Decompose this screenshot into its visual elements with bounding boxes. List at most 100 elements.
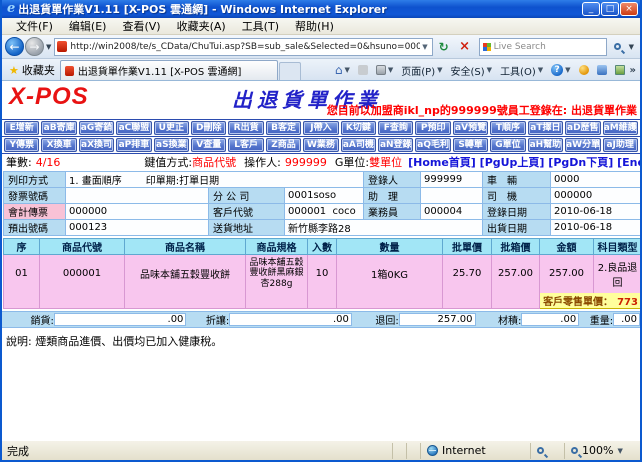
invoice-field[interactable]: [66, 188, 209, 204]
driver-button[interactable]: aA司機: [341, 138, 376, 152]
delete-button[interactable]: D刪除: [191, 121, 226, 135]
stop-icon[interactable]: ×: [455, 37, 475, 56]
search-box[interactable]: Live Search: [479, 38, 607, 56]
zoom-control[interactable]: 100% ▼: [564, 443, 640, 459]
home-button[interactable]: ⌂▼: [332, 63, 353, 77]
ship-button[interactable]: R出貨: [228, 121, 263, 135]
history-dropdown-icon[interactable]: ▼: [46, 43, 51, 51]
voucher-button[interactable]: Y傳票: [4, 138, 39, 152]
new-tab-button[interactable]: [279, 62, 301, 80]
overflow-chevron-icon[interactable]: »: [630, 65, 636, 76]
menu-tools[interactable]: 工具(T): [234, 17, 287, 35]
address-dropdown-icon[interactable]: ▼: [420, 43, 429, 51]
weight-total-field[interactable]: .00: [613, 313, 640, 326]
assistant-button[interactable]: aJ助理: [603, 138, 638, 152]
register-button[interactable]: aN登錄: [378, 138, 413, 152]
menu-view[interactable]: 查看(V): [114, 17, 168, 35]
margin-button[interactable]: aQ毛利: [415, 138, 450, 152]
help-button[interactable]: ?▼: [548, 63, 573, 77]
maintain-button[interactable]: aM維護: [603, 121, 638, 135]
change-driver-button[interactable]: aX換司: [79, 138, 114, 152]
close-button[interactable]: ×: [620, 2, 638, 16]
col-qty: 數量: [337, 239, 443, 255]
safety-menu-button[interactable]: 安全(S)▼: [448, 62, 496, 79]
sales-total-field[interactable]: .00: [54, 313, 187, 326]
magnifier-icon: [614, 43, 621, 50]
customer-code-field[interactable]: 000001 coco: [285, 204, 364, 220]
salesman-field[interactable]: 000004: [421, 204, 483, 220]
back-button[interactable]: ←: [5, 37, 24, 56]
table-row[interactable]: 01 000001 品味本舖五穀豐收餅 品味本舖五穀豐收餅黑麻銀杏288g 10…: [4, 255, 641, 293]
delivery-address-field[interactable]: 新竹縣李路28: [285, 220, 483, 236]
maximize-button[interactable]: □: [601, 2, 619, 16]
menu-file[interactable]: 文件(F): [8, 17, 61, 35]
search-dropdown-icon[interactable]: ▼: [629, 43, 634, 51]
menu-bar: 文件(F) 编辑(E) 查看(V) 收藏夹(A) 工具(T) 帮助(H): [2, 18, 640, 35]
feeds-button[interactable]: [355, 64, 371, 76]
messenger-button[interactable]: [576, 64, 592, 76]
search-button[interactable]: [608, 37, 628, 56]
print-mode-field[interactable]: 1. 畫面順序印單期:打單日期: [66, 172, 364, 188]
correct-button[interactable]: U更正: [154, 121, 189, 135]
pick-date-button[interactable]: aT擇日: [528, 121, 563, 135]
protected-mode-segment[interactable]: [530, 443, 564, 459]
business-button[interactable]: W業務: [303, 138, 338, 152]
zoom-dropdown-icon[interactable]: ▼: [617, 447, 622, 455]
change-vehicle-button[interactable]: X換車: [41, 138, 76, 152]
customer-button[interactable]: L客戶: [228, 138, 263, 152]
alliance-button[interactable]: aC聯盟: [116, 121, 151, 135]
menu-help[interactable]: 帮助(H): [287, 17, 342, 35]
history-sales-button[interactable]: aD歷售: [565, 121, 600, 135]
add-button[interactable]: E增新: [4, 121, 39, 135]
vehicle-field[interactable]: 0000: [551, 172, 640, 188]
unit-button[interactable]: G單位: [490, 138, 525, 152]
feed-icon: [358, 65, 368, 75]
voucher-field[interactable]: 000000: [66, 204, 209, 220]
import-button[interactable]: J帶入: [303, 121, 338, 135]
assistant-field[interactable]: [421, 188, 483, 204]
refresh-icon[interactable]: ↻: [434, 37, 454, 56]
print-button[interactable]: ▼: [373, 64, 396, 76]
minimize-button[interactable]: _: [582, 2, 600, 16]
return-total-field[interactable]: 257.00: [399, 313, 476, 326]
forward-button[interactable]: →: [25, 37, 44, 56]
status-bar: 完成 Internet 100% ▼: [2, 440, 640, 460]
query-button[interactable]: F查詢: [378, 121, 413, 135]
consign-button[interactable]: aG寄銷: [79, 121, 114, 135]
address-bar[interactable]: http://win2008/te/s_CData/ChuTui.asp?SB=…: [54, 38, 432, 56]
split-order-button[interactable]: aW分單: [565, 138, 600, 152]
discount-total-field[interactable]: .00: [229, 313, 352, 326]
check-qty-button[interactable]: V查量: [191, 138, 226, 152]
driver-field[interactable]: 000000: [551, 188, 640, 204]
customer-set-button[interactable]: B客定: [266, 121, 301, 135]
active-tab[interactable]: 出退貨單作業V1.11 [X-POS 雲通網]: [60, 60, 278, 80]
register-date-field[interactable]: 2010-06-18: [551, 204, 640, 220]
preprint-button[interactable]: P預印: [415, 121, 450, 135]
send-button[interactable]: [594, 64, 610, 76]
menu-favorites[interactable]: 收藏夹(A): [169, 17, 234, 35]
warehouse-button[interactable]: aB寄庫: [41, 121, 76, 135]
cell-code: 000001: [40, 255, 125, 293]
order-button[interactable]: T順序: [490, 121, 525, 135]
url-text[interactable]: http://win2008/te/s_CData/ChuTui.asp?SB=…: [70, 42, 420, 52]
col-seq: 序: [4, 239, 40, 255]
login-person-field[interactable]: 999999: [421, 172, 483, 188]
menu-edit[interactable]: 编辑(E): [61, 17, 115, 35]
preview-button[interactable]: aV預覽: [453, 121, 488, 135]
change-sales-button[interactable]: aS換業: [154, 138, 189, 152]
search-placeholder[interactable]: Live Search: [494, 42, 603, 52]
tools-menu-button[interactable]: 工具(O)▼: [497, 62, 546, 79]
product-button[interactable]: Z商品: [266, 138, 301, 152]
preout-number-field[interactable]: 000123: [66, 220, 209, 236]
help-tool-button[interactable]: aH幫助: [528, 138, 563, 152]
page-menu-button[interactable]: 页面(P)▼: [398, 62, 445, 79]
favorites-button[interactable]: ★ 收藏夹: [4, 60, 60, 80]
switch-key-button[interactable]: K切鍵: [341, 121, 376, 135]
arrange-vehicle-button[interactable]: aP排車: [116, 138, 151, 152]
research-button[interactable]: [612, 64, 628, 76]
ship-date-field[interactable]: 2010-06-18: [551, 220, 640, 236]
volume-total-field[interactable]: .00: [521, 313, 579, 326]
branch-field[interactable]: 0001soso: [285, 188, 364, 204]
voucher-label: 會計傳票: [4, 204, 66, 220]
transfer-button[interactable]: S轉單: [453, 138, 488, 152]
